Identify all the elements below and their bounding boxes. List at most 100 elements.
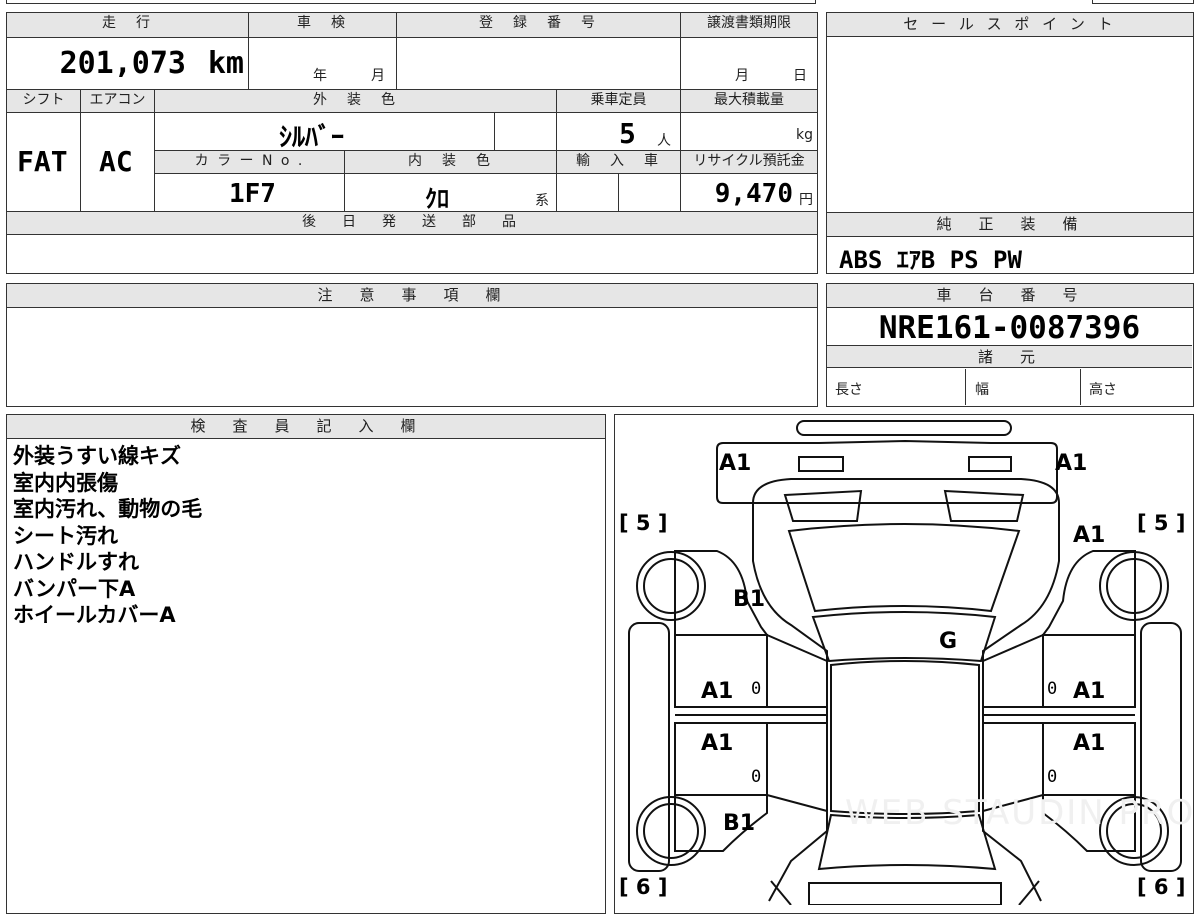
mark-front-door-left: A1 [701, 679, 734, 704]
rocker-left [628, 622, 670, 872]
top-cut-row-right [1092, 0, 1194, 4]
mark-front-door-right: A1 [1073, 679, 1106, 704]
wheel-rear-left [636, 796, 706, 866]
sales-point-box: セ ー ル ス ポ イ ン ト [826, 12, 1194, 213]
caution-header: 注 意 事 項 欄 [7, 284, 817, 308]
equipment-box: 純 正 装 備 ABS ｴｱB PS PW [826, 212, 1194, 274]
car-diagram-box: WEB STAUDIN PRO A1 A1 A1 B1 G A1 A1 A1 A… [614, 414, 1194, 914]
inspection-header: 車 検 [249, 13, 397, 38]
ac-value: AC [99, 145, 133, 178]
front-wiper-right [943, 489, 1025, 522]
vehicle-info-form: 走 行 車 検 登 録 番 号 譲渡書類期限 201,073 km 年 月 月 … [6, 12, 818, 274]
exterior-value: ｼﾙﾊﾞｰ [279, 123, 345, 153]
mileage-unit: km [207, 46, 244, 81]
mark-front-right: A1 [1055, 451, 1088, 476]
color-no-cell: 1F7 [155, 174, 345, 212]
inspector-note: ハンドルすれ [13, 550, 139, 574]
recycle-header: リサイクル預託金 [681, 151, 817, 174]
specs-height-label: 高さ [1089, 382, 1117, 398]
front-wiper-left [783, 489, 863, 522]
tire-rear-right: [ 6 ] [1137, 875, 1186, 899]
inspection-cell: 年 月 [249, 38, 397, 90]
registration-header: 登 録 番 号 [397, 13, 681, 38]
roof [830, 660, 980, 815]
inspector-note: 室内汚れ、動物の毛 [13, 497, 203, 521]
inspector-note: 外装うすい線キズ [13, 444, 181, 468]
inspector-note: ホイールカバーA [13, 603, 176, 627]
registration-cell [397, 38, 681, 90]
capacity-header: 乗車定員 [557, 90, 681, 113]
shift-header: シフト [7, 90, 81, 113]
color-no-value: 1F7 [229, 179, 276, 209]
transfer-cell: 月 日 [681, 38, 817, 90]
hood-frame [752, 478, 1060, 504]
transfer-month-unit: 月 [735, 68, 749, 84]
mark-rear-quarter-left: B1 [723, 811, 756, 836]
mark-zero: 0 [751, 679, 762, 699]
body-right [982, 503, 1060, 902]
inspector-box: 検 査 員 記 入 欄 外装うすい線キズ 室内内張傷 室内汚れ、動物の毛 シート… [6, 414, 606, 914]
specs-header: 諸 元 [827, 345, 1192, 368]
mark-front-left: A1 [719, 451, 752, 476]
inspector-notes: 外装うすい線キズ 室内内張傷 室内汚れ、動物の毛 シート汚れ ハンドルすれ バン… [13, 443, 202, 629]
trunk [808, 882, 1002, 905]
equipment-header: 純 正 装 備 [827, 213, 1193, 237]
specs-divider-2 [1080, 369, 1081, 405]
specs-width-label: 幅 [975, 382, 989, 398]
capacity-value: 5 [619, 117, 636, 150]
mark-hood-left: B1 [733, 587, 766, 612]
tire-rear-left: [ 6 ] [619, 875, 668, 899]
headlight-left [798, 456, 844, 472]
ac-cell: AC [81, 113, 155, 212]
top-cut-row [6, 0, 816, 4]
inspector-header: 検 査 員 記 入 欄 [7, 415, 605, 439]
windshield [811, 611, 997, 663]
wheel-front-left [636, 551, 706, 621]
mileage-cell: 201,073 km [7, 38, 249, 90]
transfer-header: 譲渡書類期限 [681, 13, 817, 38]
import-header: 輸 入 車 [557, 151, 681, 174]
interior-suffix: 系 [535, 193, 549, 209]
exterior-header: 外 装 色 [155, 90, 557, 113]
front-bumper [796, 420, 1012, 436]
chassis-box: 車 台 番 号 NRE161-0087396 諸 元 長さ 幅 高さ [826, 283, 1194, 407]
mark-zero: 0 [751, 767, 762, 787]
inspection-year-unit: 年 [313, 68, 327, 84]
specs-divider-1 [965, 369, 966, 405]
recycle-cell: 9,470 円 [681, 174, 817, 212]
caution-box: 注 意 事 項 欄 [6, 283, 818, 407]
specs-length-label: 長さ [835, 382, 863, 398]
specs-row: 長さ 幅 高さ [827, 369, 1192, 405]
load-header: 最大積載量 [681, 90, 817, 113]
inspector-note: シート汚れ [13, 523, 118, 548]
body-left [752, 503, 828, 902]
fender-right [1041, 550, 1136, 636]
import-cell-2 [619, 174, 681, 212]
exterior-cell: ｼﾙﾊﾞｰ [155, 113, 495, 153]
watermark: WEB STAUDIN PRO [845, 793, 1194, 833]
transfer-day-unit: 日 [793, 68, 807, 84]
inspector-note: バンパー下A [13, 576, 136, 601]
mark-rear-door-right: A1 [1073, 731, 1106, 756]
hood [787, 523, 1021, 613]
sales-point-header: セ ー ル ス ポ イ ン ト [827, 13, 1193, 37]
mileage-value: 201,073 [59, 46, 186, 81]
headlight-right [968, 456, 1012, 472]
recycle-value: 9,470 [714, 179, 793, 209]
shift-value: FAT [17, 145, 68, 178]
color-no-header: カ ラ ー N o . [155, 151, 345, 174]
capacity-unit: 人 [657, 133, 671, 149]
interior-cell: ｸﾛ 系 [345, 174, 557, 213]
equipment-value: ABS ｴｱB PS PW [839, 246, 1022, 274]
inspection-month-unit: 月 [371, 68, 385, 84]
mark-zero: 0 [1047, 679, 1058, 699]
mark-rear-door-left: A1 [701, 731, 734, 756]
capacity-cell: 5 人 [557, 113, 681, 151]
mark-fender-right: A1 [1073, 523, 1106, 548]
interior-value: ｸﾛ [425, 185, 449, 213]
load-cell: kg [681, 113, 817, 151]
chassis-header: 車 台 番 号 [827, 284, 1193, 308]
tire-front-right: [ 5 ] [1137, 511, 1186, 535]
interior-header: 内 装 色 [345, 151, 557, 174]
import-cell [557, 174, 619, 212]
